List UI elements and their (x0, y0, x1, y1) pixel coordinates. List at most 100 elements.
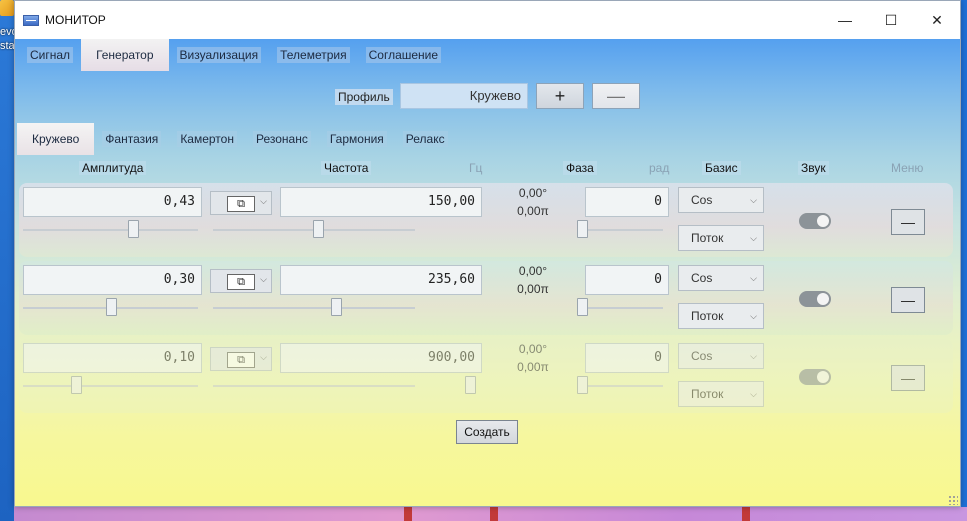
sound-toggle[interactable] (799, 213, 831, 229)
amplitude-slider-thumb[interactable] (71, 376, 82, 394)
window-controls: — ☐ ✕ (822, 1, 960, 39)
amplitude-slider-track[interactable] (23, 229, 198, 231)
frequency-input[interactable]: 900,00 (280, 343, 482, 373)
main-content: Сигнал Генератор Визуализация Телеметрия… (15, 39, 960, 506)
header-phase-unit: рад (649, 161, 670, 175)
window-title: МОНИТОР (45, 13, 106, 27)
subtab-tuning-fork[interactable]: Камертон (169, 123, 245, 155)
chevron-down-icon: ⌵ (260, 352, 267, 362)
amplitude-slider-thumb[interactable] (128, 220, 139, 238)
mode-dropdown[interactable]: Поток ⌵ (678, 303, 764, 329)
amplitude-slider-track[interactable] (23, 385, 198, 387)
row-menu-button[interactable]: — (891, 365, 925, 391)
profile-field[interactable]: Кружево (400, 83, 528, 109)
mode-value: Поток (691, 387, 724, 401)
chevron-down-icon: ⌵ (750, 389, 757, 399)
minimize-button[interactable]: — (822, 1, 868, 39)
monitor-window: МОНИТОР — ☐ ✕ Сигнал Генератор Визуализа… (14, 0, 961, 507)
desktop-strip: evo sta (0, 0, 14, 521)
create-button[interactable]: Создать (456, 420, 518, 444)
phase-slider-track[interactable] (577, 307, 663, 309)
subtab-harmony[interactable]: Гармония (319, 123, 395, 155)
mode-dropdown[interactable]: Поток ⌵ (678, 381, 764, 407)
header-phase: Фаза (563, 161, 597, 175)
waveform-dropdown[interactable]: ⧉ ⌵ (210, 191, 272, 215)
phase-slider-track[interactable] (577, 229, 663, 231)
amplitude-slider-thumb[interactable] (106, 298, 117, 316)
chevron-down-icon: ⌵ (750, 273, 757, 283)
chevron-down-icon: ⌵ (750, 311, 757, 321)
row-menu-button[interactable]: — (891, 287, 925, 313)
desktop-shortcut-label-2: sta (0, 40, 14, 52)
tab-telemetry[interactable]: Телеметрия (269, 39, 358, 71)
subtab-relax[interactable]: Релакс (395, 123, 456, 155)
desktop-shortcut-icon[interactable] (0, 0, 14, 16)
chevron-down-icon: ⌵ (750, 195, 757, 205)
mode-value: Поток (691, 231, 724, 245)
tab-signal[interactable]: Сигнал (19, 39, 81, 71)
title-bar[interactable]: МОНИТОР — ☐ ✕ (15, 1, 960, 39)
basis-dropdown[interactable]: Cos ⌵ (678, 187, 764, 213)
subtab-resonance[interactable]: Резонанс (245, 123, 319, 155)
remove-profile-button[interactable]: — (592, 83, 640, 109)
header-basis: Базис (702, 161, 741, 175)
amplitude-input[interactable]: 0,43 (23, 187, 202, 217)
amplitude-input[interactable]: 0,30 (23, 265, 202, 295)
header-menu: Меню (891, 161, 924, 175)
waveform-icon: ⧉ (227, 196, 255, 212)
maximize-button[interactable]: ☐ (868, 1, 914, 39)
tab-label: Визуализация (176, 47, 262, 63)
phase-input[interactable]: 0 (585, 187, 669, 217)
frequency-slider-thumb[interactable] (313, 220, 324, 238)
subtab-lace[interactable]: Кружево (17, 123, 95, 155)
frequency-input[interactable]: 235,60 (280, 265, 482, 295)
sound-toggle[interactable] (799, 291, 831, 307)
mode-dropdown[interactable]: Поток ⌵ (678, 225, 764, 251)
mode-value: Поток (691, 309, 724, 323)
basis-dropdown[interactable]: Cos ⌵ (678, 265, 764, 291)
chevron-down-icon: ⌵ (750, 351, 757, 361)
desktop-edge (961, 0, 967, 521)
waveform-dropdown[interactable]: ⧉ ⌵ (210, 269, 272, 293)
basis-dropdown[interactable]: Cos ⌵ (678, 343, 764, 369)
waveform-dropdown[interactable]: ⧉ ⌵ (210, 347, 272, 371)
phase-degrees-readout: 0,00° (518, 186, 548, 200)
toggle-knob (817, 215, 829, 227)
add-profile-button[interactable]: + (536, 83, 584, 109)
basis-value: Cos (691, 349, 713, 363)
frequency-slider-thumb[interactable] (331, 298, 342, 316)
tab-label: Телеметрия (277, 47, 350, 63)
subtab-fantasy[interactable]: Фантазия (94, 123, 169, 155)
column-headers: Амплитуда Частота Гц Фаза рад Базис Звук… (15, 161, 960, 177)
phase-slider-track[interactable] (577, 385, 663, 387)
phase-slider-thumb[interactable] (577, 220, 588, 238)
amplitude-input[interactable]: 0,10 (23, 343, 202, 373)
frequency-slider-track[interactable] (213, 385, 415, 387)
frequency-slider-thumb[interactable] (465, 376, 476, 394)
tab-label: Сигнал (27, 47, 74, 63)
subtab-label: Гармония (326, 131, 387, 147)
resize-grip[interactable] (948, 495, 958, 505)
tab-generator[interactable]: Генератор (81, 39, 169, 71)
phase-pi-readout: 0,00π (517, 282, 549, 296)
phase-input[interactable]: 0 (585, 343, 669, 373)
chevron-down-icon: ⌵ (750, 233, 757, 243)
phase-slider-thumb[interactable] (577, 376, 588, 394)
generator-row: 0,30 ⧉ ⌵ 235,60 0,00° 0,00π 0 Cos ⌵ Пото… (19, 261, 953, 335)
tab-visualization[interactable]: Визуализация (169, 39, 270, 71)
sound-toggle[interactable] (799, 369, 831, 385)
chevron-down-icon: ⌵ (260, 274, 267, 284)
frequency-slider-track[interactable] (213, 307, 415, 309)
row-menu-button[interactable]: — (891, 209, 925, 235)
phase-degrees-readout: 0,00° (518, 264, 548, 278)
tab-agreement[interactable]: Соглашение (358, 39, 449, 71)
subtab-label: Кружево (32, 132, 80, 146)
header-sound: Звук (798, 161, 829, 175)
frequency-input[interactable]: 150,00 (280, 187, 482, 217)
phase-slider-thumb[interactable] (577, 298, 588, 316)
phase-input[interactable]: 0 (585, 265, 669, 295)
header-frequency-unit: Гц (469, 161, 483, 175)
subtab-label: Резонанс (252, 131, 311, 147)
desktop-background (14, 507, 967, 521)
close-button[interactable]: ✕ (914, 1, 960, 39)
